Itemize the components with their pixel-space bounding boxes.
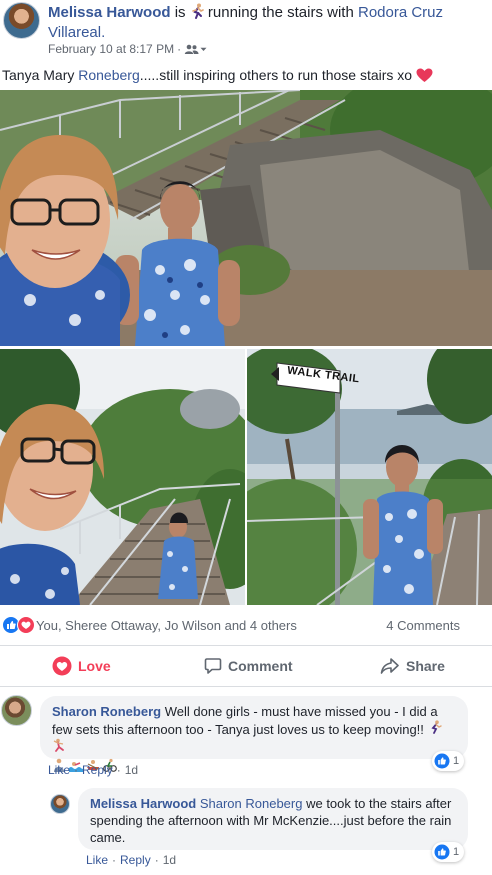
comment-1-reaction-count: 1 (453, 755, 460, 767)
post-text-rest: .....still inspiring others to run those… (139, 67, 413, 83)
comment-2-reply-link[interactable]: Reply (120, 853, 151, 867)
post-meta: February 10 at 8:17 PM · (48, 42, 207, 56)
comment-2-mention[interactable]: Sharon Roneberg (200, 796, 303, 811)
comment-2-sep-2: · (154, 853, 159, 867)
divider-top (0, 645, 492, 646)
post-text-start: Tanya Mary (2, 67, 75, 83)
comment-2-reaction-pill[interactable]: 1 (432, 842, 465, 862)
post-photo-3[interactable]: WALK TRAIL (247, 349, 492, 605)
comment-icon (204, 658, 222, 674)
dancer-emoji-icon (53, 738, 64, 752)
reaction-icons[interactable] (2, 616, 36, 634)
post-text-mention[interactable]: Roneberg (78, 67, 140, 83)
share-button[interactable]: Share (380, 650, 445, 682)
post-headline: Melissa Harwood is running the stairs wi… (48, 3, 488, 43)
comment-1-sep-2: · (116, 763, 121, 777)
meta-separator: · (177, 42, 182, 56)
share-label: Share (406, 658, 445, 674)
comment-button[interactable]: Comment (204, 650, 293, 682)
comment-1-avatar[interactable] (1, 695, 32, 726)
comment-1-bubble: Sharon Roneberg Well done girls - must h… (40, 696, 468, 772)
comment-1-sep-1: · (74, 763, 79, 777)
comment-1-like-link[interactable]: Like (48, 763, 70, 777)
comment-2-reaction-count: 1 (453, 846, 460, 858)
comment-2-bubble: Melissa Harwood Sharon Roneberg we took … (78, 788, 468, 850)
comment-1-reply-link[interactable]: Reply (82, 763, 113, 777)
post-timestamp[interactable]: February 10 at 8:17 PM (48, 42, 174, 56)
reactions-bar: You, Sheree Ottaway, Jo Wilson and 4 oth… (0, 612, 492, 638)
post-actions: Love Comment Share (0, 650, 492, 682)
like-reaction-icon (434, 844, 450, 860)
comment-1-actions: Like · Reply · 1d (48, 763, 138, 777)
is-label: is (174, 4, 186, 21)
runner-emoji-icon (191, 3, 204, 19)
reaction-names[interactable]: You, Sheree Ottaway, Jo Wilson and 4 oth… (36, 618, 297, 633)
comment-2-sep-1: · (112, 853, 117, 867)
like-reaction-icon (434, 753, 450, 769)
friends-icon[interactable] (184, 44, 207, 55)
love-button[interactable]: Love (52, 650, 111, 682)
audience-chevron-icon (200, 47, 207, 51)
comment-1-age[interactable]: 1d (125, 763, 138, 777)
comment-2-author[interactable]: Melissa Harwood (90, 796, 196, 811)
activity-text: running the stairs with (207, 4, 354, 21)
post-photo-1[interactable] (0, 90, 492, 346)
heart-emoji-icon (416, 68, 433, 82)
share-icon (380, 658, 399, 674)
comment-label: Comment (228, 658, 293, 674)
comment-2-actions: Like · Reply · 1d (86, 853, 176, 867)
post-header: Melissa Harwood is running the stairs wi… (0, 0, 492, 62)
divider-bottom (0, 686, 492, 687)
comments-count[interactable]: 4 Comments (386, 618, 460, 633)
comment-2-age[interactable]: 1d (163, 853, 176, 867)
love-label: Love (78, 658, 111, 674)
runner-emoji-icon (430, 720, 442, 734)
comment-1-author[interactable]: Sharon Roneberg (52, 704, 161, 719)
author-avatar[interactable] (3, 2, 40, 39)
author-name-link[interactable]: Melissa Harwood (48, 4, 171, 21)
comment-2-avatar[interactable] (50, 794, 70, 814)
love-icon (52, 656, 72, 676)
comment-2-like-link[interactable]: Like (86, 853, 108, 867)
comment-1-reaction-pill[interactable]: 1 (432, 751, 465, 771)
post-photo-2[interactable] (0, 349, 245, 605)
post-text: Tanya Mary Roneberg.....still inspiring … (2, 66, 433, 84)
